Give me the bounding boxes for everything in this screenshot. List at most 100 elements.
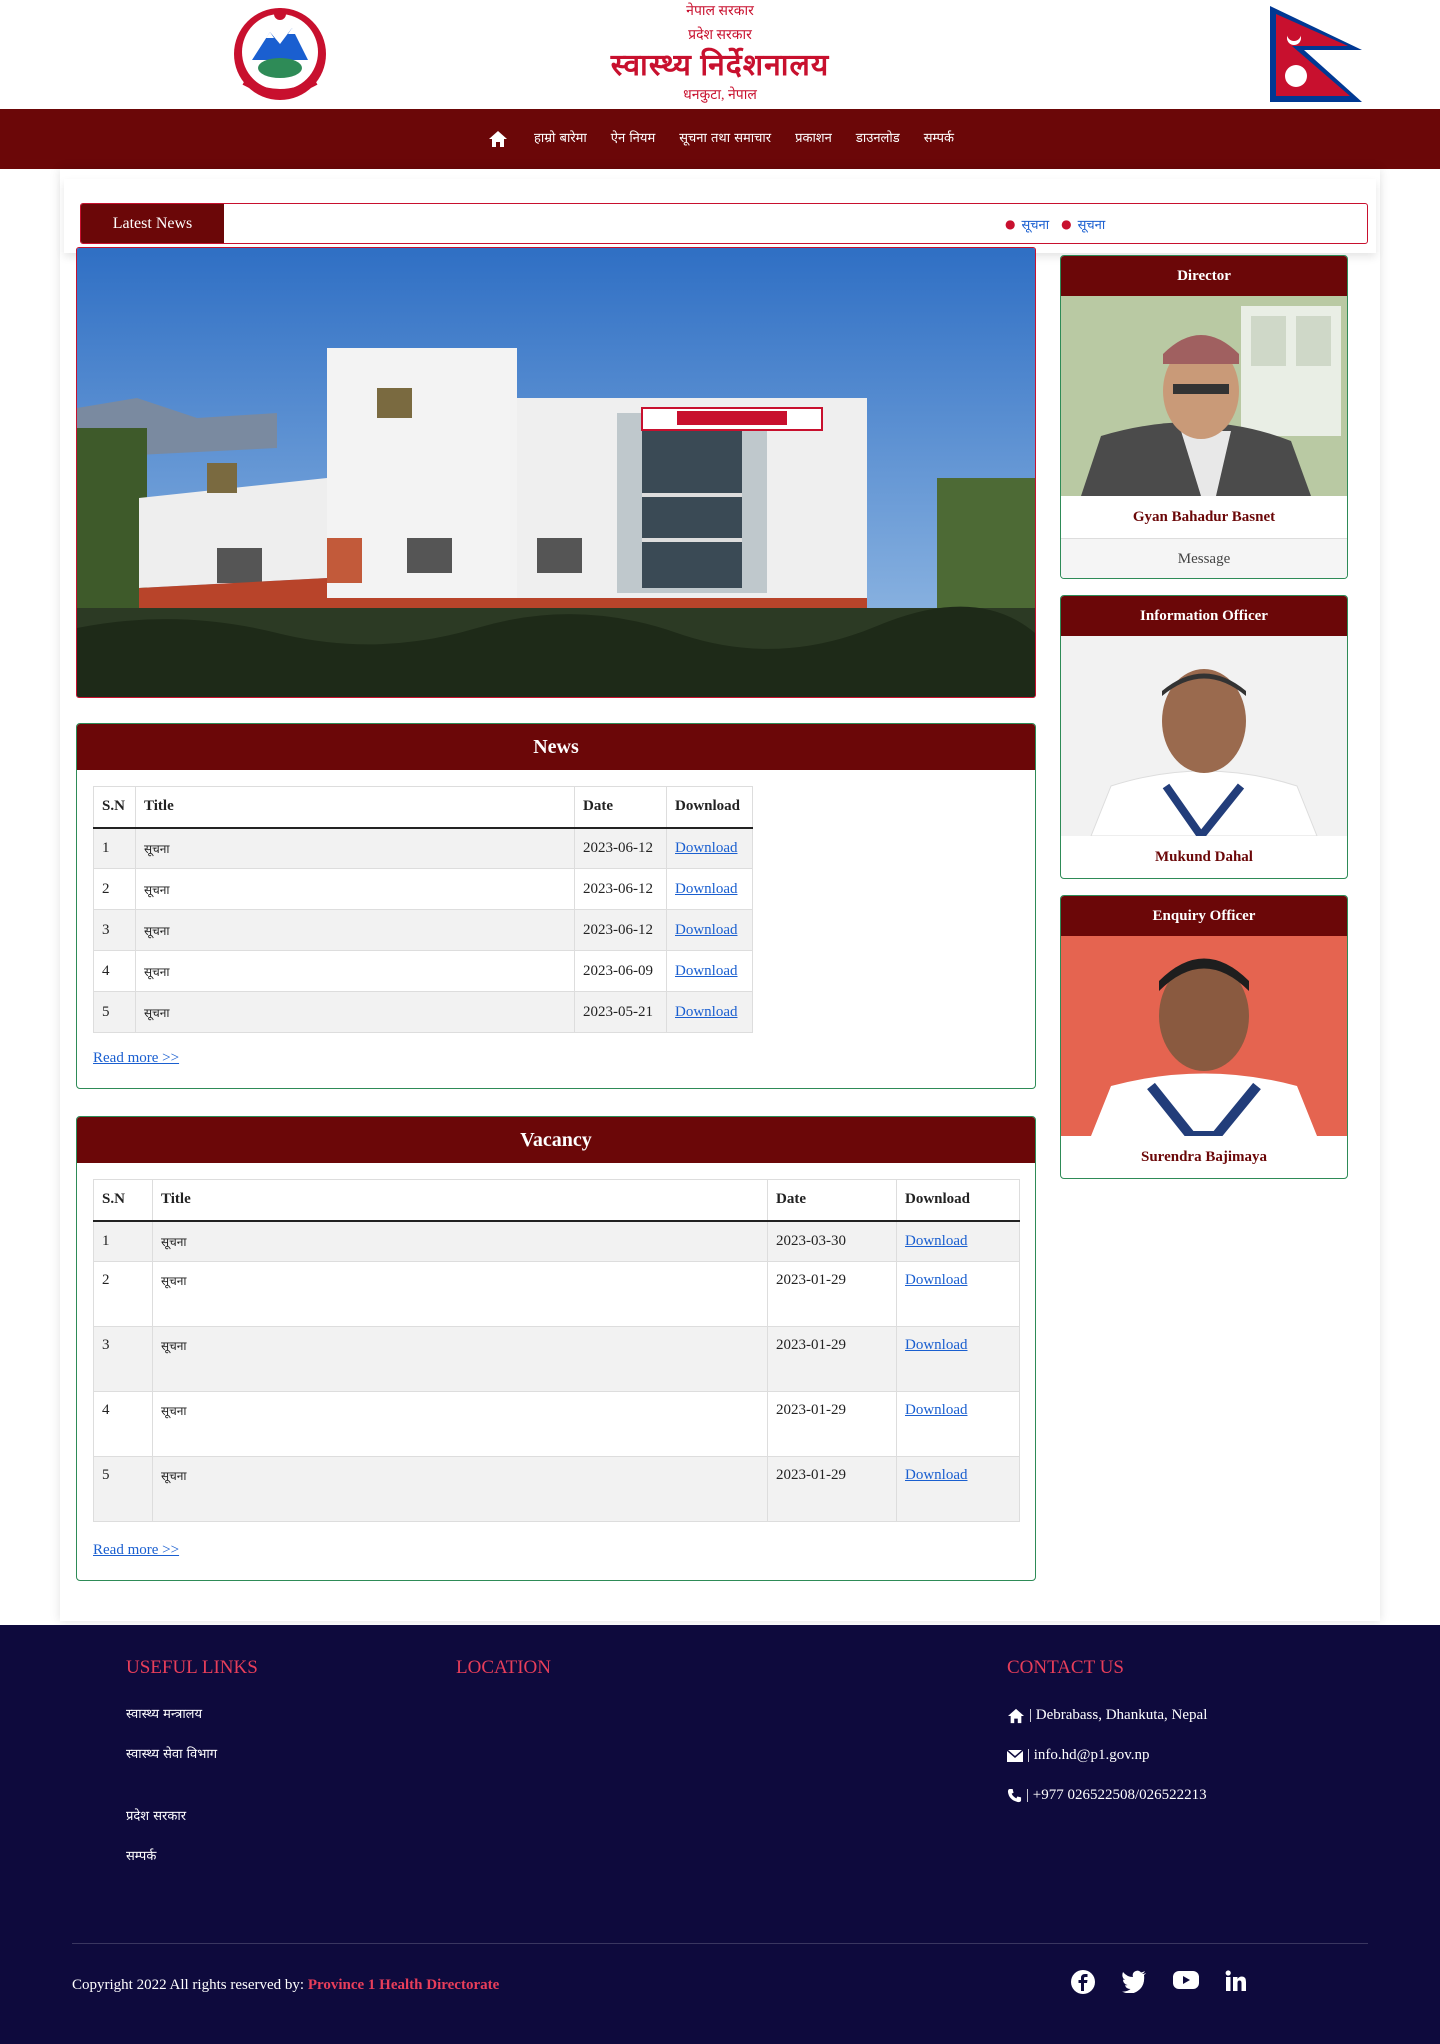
copyright-org[interactable]: Province 1 Health Directorate — [308, 1977, 499, 1993]
header-line-2: प्रदेश सरकार — [688, 28, 752, 43]
enquiry-officer-card: Enquiry Officer Surendra Bajimaya — [1060, 895, 1348, 1179]
row-date: 2023-06-12 — [574, 827, 667, 869]
table-row: 4 सूचना 2023-06-09 Download — [93, 950, 753, 992]
download-link[interactable]: Download — [905, 1337, 968, 1353]
nav-item-6[interactable]: सम्पर्क — [912, 109, 966, 169]
nav-item-4[interactable]: प्रकाशन — [783, 109, 844, 169]
row-title: सूचना — [152, 1220, 768, 1262]
news-read-more-link[interactable]: Read more >> — [93, 1050, 179, 1067]
main-container: Latest News ● सूचना ● सूचना News S.N Tit… — [60, 169, 1380, 1621]
row-date: 2023-01-29 — [767, 1391, 897, 1457]
download-link[interactable]: Download — [905, 1402, 968, 1418]
row-title: सूचना — [152, 1261, 768, 1327]
header-title-block: नेपाल सरकार प्रदेश सरकार स्वास्थ्य निर्द… — [420, 2, 1020, 106]
footer-link[interactable]: स्वास्थ्य सेवा विभाग — [126, 1743, 346, 1767]
row-date: 2023-06-12 — [574, 909, 667, 951]
copyright-text: Copyright 2022 All rights reserved by: P… — [72, 1977, 499, 1994]
nav-item-1[interactable]: हाम्रो बारेमा — [522, 109, 599, 169]
ticker-items: ● सूचना ● सूचना — [993, 204, 1105, 243]
column-header: S.N — [93, 1179, 153, 1222]
nav-item-5[interactable]: डाउनलोड — [844, 109, 912, 169]
home-icon — [488, 131, 507, 147]
row-date: 2023-01-29 — [767, 1261, 897, 1327]
row-sn: 2 — [93, 1261, 153, 1327]
download-link[interactable]: Download — [905, 1272, 968, 1288]
download-link[interactable]: Download — [675, 963, 738, 979]
contact-us-title: CONTACT US — [1007, 1657, 1124, 1678]
row-sn: 2 — [93, 868, 136, 910]
nepal-flag-image — [1268, 4, 1368, 104]
twitter-icon[interactable] — [1121, 1969, 1149, 1997]
news-ticker: Latest News ● सूचना ● सूचना — [80, 203, 1368, 244]
table-row: 3 सूचना 2023-06-12 Download — [93, 909, 753, 951]
table-row: 5 सूचना 2023-05-21 Download — [93, 991, 753, 1033]
vacancy-read-more-link[interactable]: Read more >> — [93, 1542, 179, 1559]
column-header: S.N — [93, 786, 136, 829]
news-heading: News — [77, 724, 1035, 770]
phone-icon — [1007, 1788, 1022, 1803]
enquiry-officer-heading: Enquiry Officer — [1061, 896, 1347, 936]
row-title: सूचना — [135, 950, 575, 992]
footer-link[interactable]: प्रदेश सरकार — [126, 1805, 346, 1829]
location-title: LOCATION — [456, 1657, 551, 1678]
hero-building-photo — [76, 247, 1036, 698]
table-row: 1 सूचना 2023-06-12 Download — [93, 827, 753, 869]
row-title: सूचना — [135, 909, 575, 951]
column-header: Title — [152, 1179, 768, 1222]
nav-item-3[interactable]: सूचना तथा समाचार — [667, 109, 783, 169]
contact-address-text: | Debrabass, Dhankuta, Nepal — [1029, 1707, 1208, 1723]
bullet-icon: ● — [1005, 216, 1016, 231]
enquiry-officer-name: Surendra Bajimaya — [1141, 1149, 1267, 1165]
row-date: 2023-01-29 — [767, 1456, 897, 1522]
row-title: सूचना — [135, 868, 575, 910]
contact-phone: | +977 026522508/026522213 — [1007, 1787, 1207, 1804]
table-row: 2 सूचना 2023-06-12 Download — [93, 868, 753, 910]
row-title: सूचना — [152, 1391, 768, 1457]
column-header: Date — [574, 786, 667, 829]
facebook-icon[interactable] — [1070, 1969, 1098, 1997]
youtube-icon[interactable] — [1172, 1969, 1200, 1997]
download-link[interactable]: Download — [905, 1233, 968, 1249]
director-name: Gyan Bahadur Basnet — [1132, 509, 1276, 525]
director-message-button[interactable]: Message — [1061, 538, 1347, 578]
download-link[interactable]: Download — [675, 840, 738, 856]
footer-link[interactable]: सम्पर्क — [126, 1845, 346, 1869]
director-heading: Director — [1061, 256, 1347, 296]
information-officer-name: Mukund Dahal — [1155, 849, 1253, 865]
table-row: 2 सूचना 2023-01-29 Download — [93, 1261, 1020, 1327]
row-date: 2023-03-30 — [767, 1220, 897, 1262]
ticker-item[interactable]: सूचना — [1021, 215, 1049, 233]
download-link[interactable]: Download — [675, 881, 738, 897]
column-header: Title — [135, 786, 575, 829]
news-panel: News S.N Title Date Download 1 सूचना 202… — [76, 723, 1036, 1089]
column-header: Date — [767, 1179, 897, 1222]
news-table: S.N Title Date Download 1 सूचना 2023-06-… — [93, 786, 753, 1033]
vacancy-panel: Vacancy S.N Title Date Download 1 सूचना … — [76, 1116, 1036, 1581]
ticker-item[interactable]: सूचना — [1078, 215, 1106, 233]
enquiry-officer-photo — [1061, 936, 1347, 1136]
row-date: 2023-06-12 — [574, 868, 667, 910]
download-link[interactable]: Download — [675, 922, 738, 938]
nav-item-2[interactable]: ऐन नियम — [599, 109, 667, 169]
row-sn: 3 — [93, 909, 136, 951]
download-link[interactable]: Download — [905, 1467, 968, 1483]
vacancy-heading: Vacancy — [77, 1117, 1035, 1163]
information-officer-card: Information Officer Mukund Dahal — [1060, 595, 1348, 879]
row-sn: 4 — [93, 1391, 153, 1457]
download-link[interactable]: Download — [675, 1004, 738, 1020]
contact-email-text[interactable]: | info.hd@p1.gov.np — [1027, 1747, 1150, 1764]
contact-email: | info.hd@p1.gov.np — [1007, 1747, 1150, 1764]
main-navigation: हाम्रो बारेमा ऐन नियम सूचना तथा समाचार प… — [0, 109, 1440, 169]
bullet-icon: ● — [1061, 216, 1072, 231]
linkedin-icon[interactable] — [1224, 1969, 1252, 1997]
row-title: सूचना — [135, 827, 575, 869]
table-row: 1 सूचना 2023-03-30 Download — [93, 1220, 1020, 1262]
row-title: सूचना — [135, 991, 575, 1033]
home-nav-link[interactable] — [474, 109, 522, 169]
footer-link[interactable]: स्वास्थ्य मन्त्रालय — [126, 1703, 346, 1727]
site-header: नेपाल सरकार प्रदेश सरकार स्वास्थ्य निर्द… — [0, 0, 1440, 109]
envelope-icon — [1007, 1749, 1023, 1762]
contact-phone-text: | +977 026522508/026522213 — [1026, 1787, 1207, 1803]
table-row: 4 सूचना 2023-01-29 Download — [93, 1391, 1020, 1457]
footer-divider — [72, 1943, 1368, 1944]
